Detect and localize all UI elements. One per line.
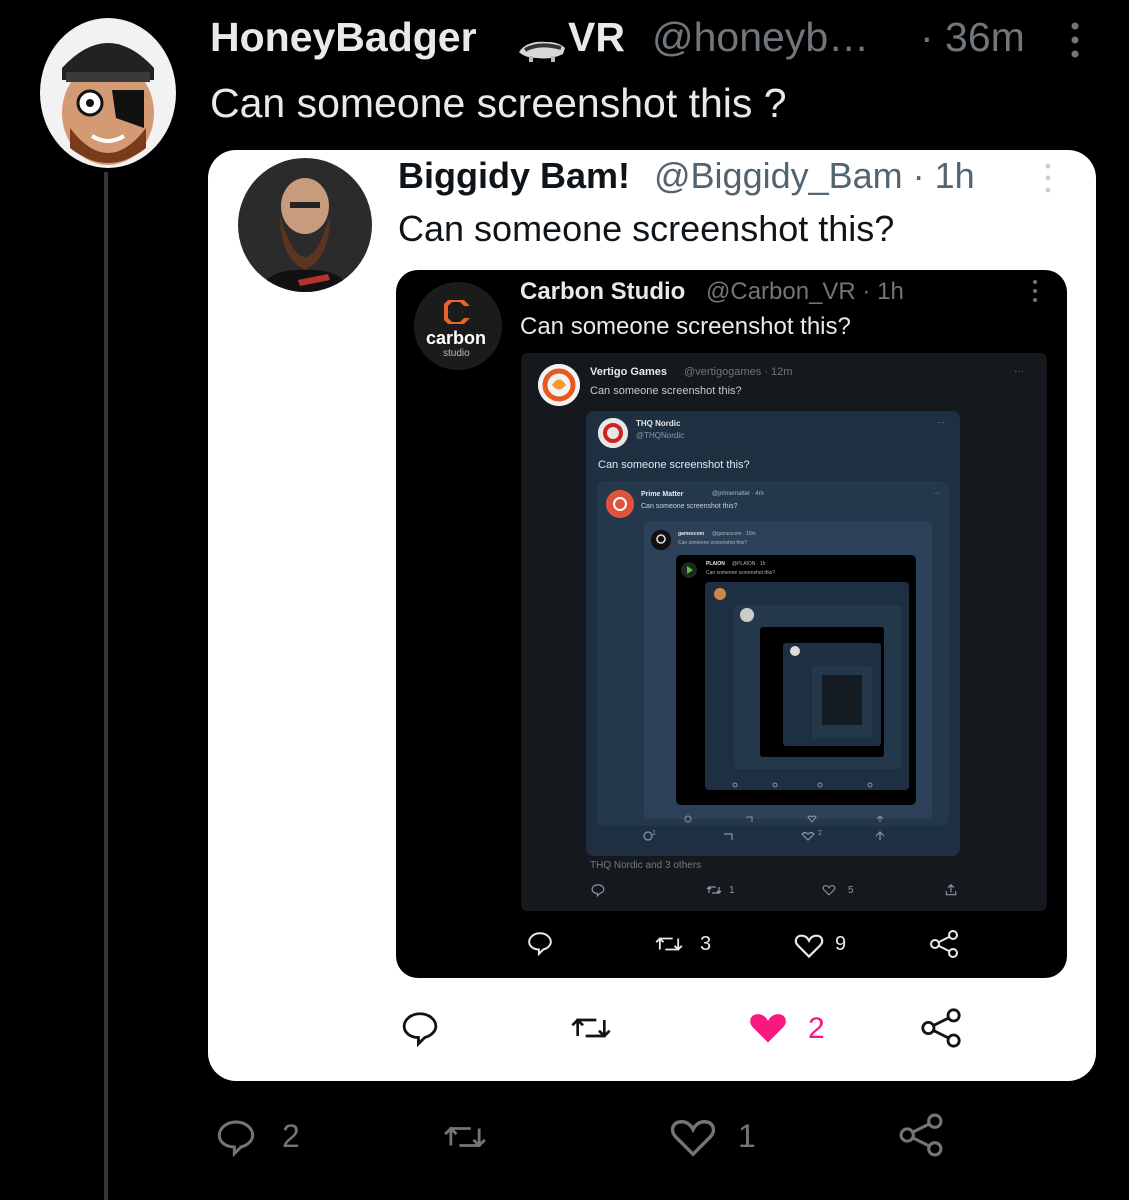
author-handle[interactable]: @vertigogames · 12m (684, 366, 792, 378)
like-count: 9 (835, 933, 847, 955)
author-name[interactable]: HoneyBadger (210, 14, 477, 61)
retweet-icon[interactable] (706, 884, 722, 896)
like-icon-filled[interactable] (748, 1009, 788, 1046)
like-count: 1 (738, 1118, 756, 1154)
author-handle[interactable]: @Biggidy_Bam · 1h (654, 155, 975, 197)
nested-screenshot-image (822, 675, 862, 725)
author-handle[interactable]: @gamescom · 10m (712, 531, 756, 537)
thread-line (104, 172, 108, 1200)
like-count: 2 (808, 1012, 825, 1045)
nested-action-bar (680, 812, 900, 824)
author-handle[interactable]: @THQNordic (636, 431, 684, 440)
more-options-icon[interactable] (1038, 160, 1058, 196)
reply-count: 2 (282, 1118, 300, 1154)
liked-by-text[interactable]: THQ Nordic and 3 others (590, 860, 701, 871)
share-icon[interactable] (929, 929, 959, 959)
nested-action-bar (705, 777, 885, 788)
tweet-text: Can someone screenshot this? (590, 385, 742, 397)
avatar-vertigo-games (538, 364, 580, 406)
avatar-nested (714, 588, 726, 600)
author-name[interactable]: Prime Matter (641, 491, 683, 498)
avatar-prime-matter (606, 490, 634, 518)
share-icon[interactable] (944, 883, 958, 897)
like-icon[interactable] (670, 1116, 716, 1158)
more-options-icon[interactable]: ··· (937, 418, 945, 427)
avatar-biggidy-bam (238, 158, 372, 292)
author-name[interactable]: Carbon Studio (520, 278, 685, 306)
more-options-icon[interactable]: ··· (933, 490, 940, 497)
avatar-gamescom (651, 530, 671, 550)
avatar-honeybadger[interactable] (40, 18, 176, 168)
author-name[interactable]: THQ Nordic (636, 419, 680, 428)
retweet-icon[interactable] (568, 1012, 614, 1044)
tweet-text: Can someone screenshot this? (398, 208, 895, 249)
like-icon[interactable] (794, 932, 824, 959)
author-handle[interactable]: @Carbon_VR · 1h (706, 278, 904, 306)
more-options-icon[interactable] (1028, 278, 1042, 304)
like-icon[interactable] (822, 884, 836, 896)
author-name-suffix[interactable]: VR (568, 14, 625, 61)
tweet-text: Can someone screenshot this? (520, 313, 851, 340)
avatar-plaion (681, 562, 697, 578)
avatar-thq-nordic (598, 418, 628, 448)
reply-icon[interactable] (591, 883, 605, 897)
tweet-text: Can someone screenshot this? (598, 459, 750, 471)
like-count: 2 (818, 830, 822, 837)
tweet-text: Can someone screenshot this? (641, 503, 738, 510)
reply-icon[interactable] (527, 930, 553, 956)
carbon-logo-text: carbon (426, 328, 487, 348)
tweet-time[interactable]: · 36m (920, 14, 1025, 61)
tweet-text: Can someone screenshot this? (706, 570, 775, 576)
author-name[interactable]: gamescom (678, 531, 704, 537)
share-icon[interactable] (898, 1112, 944, 1158)
avatar-nested (790, 646, 800, 656)
author-name[interactable]: Vertigo Games (590, 366, 667, 378)
reply-icon[interactable] (215, 1117, 257, 1157)
more-options-icon[interactable]: ··· (1014, 366, 1024, 377)
avatar-nested (740, 608, 754, 622)
carbon-logo-subtext: studio (443, 348, 470, 359)
author-name[interactable]: Biggidy Bam! (398, 155, 630, 197)
tweet-text: Can someone screenshot this ? (210, 80, 787, 126)
author-handle[interactable]: @PLAION · 1h (732, 561, 765, 567)
badger-icon (517, 34, 567, 64)
nested-action-bar (640, 829, 890, 843)
like-count: 5 (848, 885, 854, 896)
retweet-icon[interactable] (440, 1120, 490, 1154)
retweet-count: 3 (700, 933, 712, 955)
more-options-icon[interactable] (1060, 18, 1090, 62)
retweet-count: 1 (729, 885, 735, 896)
author-handle[interactable]: @primematter · 4m (712, 491, 764, 497)
share-icon[interactable] (920, 1007, 962, 1049)
retweet-icon[interactable] (653, 933, 685, 955)
author-handle[interactable]: @honeyb… (652, 14, 869, 61)
author-name[interactable]: PLAION (706, 561, 725, 567)
reply-icon[interactable] (400, 1009, 440, 1047)
tweet-text: Can someone screenshot this? (678, 540, 747, 546)
reply-count: 1 (652, 830, 656, 837)
